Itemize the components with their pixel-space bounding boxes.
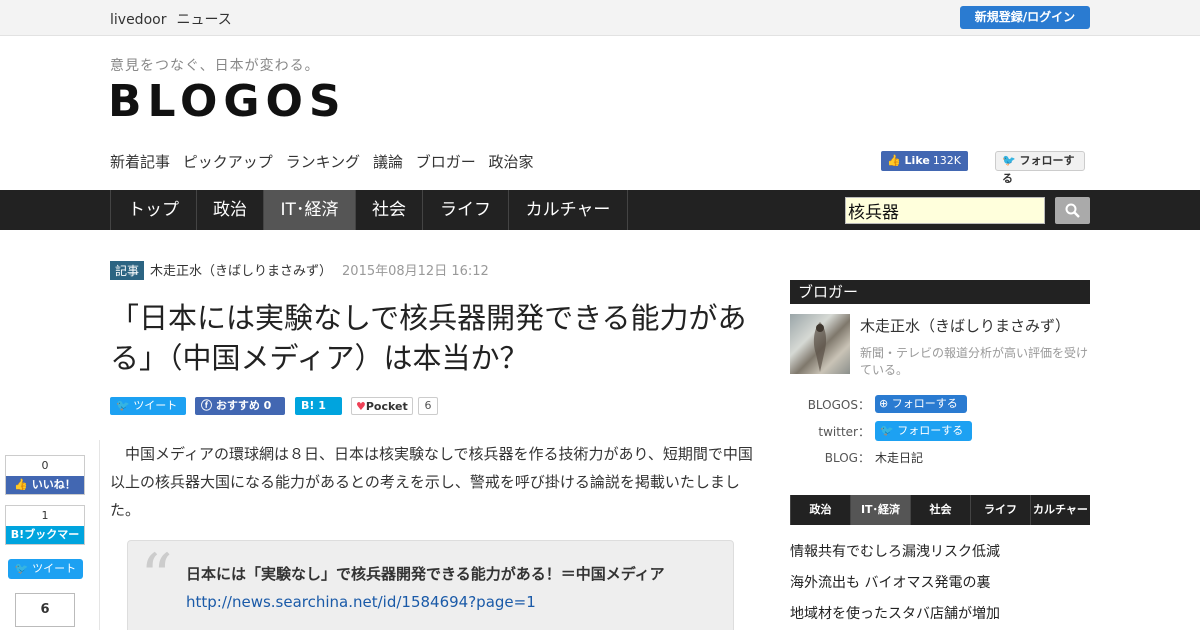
tweet-share-button[interactable]: 🐦 ツイート	[110, 397, 186, 415]
tab-it-economy[interactable]: IT･経済	[263, 190, 355, 230]
sidebar-tab-culture[interactable]: カルチャー	[1030, 495, 1090, 525]
twitter-follow-sidebar-button[interactable]: 🐦 フォローする	[875, 421, 972, 441]
quote-mark-icon: “	[140, 541, 173, 615]
facebook-like-button[interactable]: 👍 Like 132K	[881, 151, 968, 171]
facebook-share-button[interactable]: ⓕ おすすめ 0	[195, 397, 285, 415]
floating-tweet-button[interactable]: 🐦 ツイート	[8, 559, 83, 579]
blog-label: BLOG：	[824, 451, 870, 465]
facebook-icon: ⓕ	[201, 399, 212, 412]
sub-navigation: 新着記事 ピックアップ ランキング 議論 ブロガー 政治家	[110, 151, 542, 172]
article-body: 中国メディアの環球網は８日、日本は核実験なしで核兵器を作る技術力があり、短期間で…	[110, 445, 753, 519]
fb-like-label: いいね！	[31, 478, 76, 491]
thumbs-up-icon: 👍	[14, 478, 28, 491]
livedoor-brand[interactable]: livedoor ニュース	[110, 9, 242, 29]
blogger-avatar[interactable]	[790, 314, 850, 374]
floating-pocket-count[interactable]: 6	[15, 593, 75, 627]
hatena-bookmark-button[interactable]: B! 1	[295, 397, 342, 415]
site-logo[interactable]: BLOGOS	[108, 76, 347, 127]
pocket-label: Pocket	[365, 400, 408, 413]
sidebar-category-tabs: 政治 IT･経済 社会 ライフ カルチャー	[790, 495, 1090, 525]
hatena-label: B!ブックマーク	[6, 526, 84, 559]
sidebar-article-item[interactable]: 情報共有でむしろ漏洩リスク低減	[790, 541, 1000, 561]
subnav-discussion[interactable]: 議論	[373, 153, 403, 171]
tab-culture[interactable]: カルチャー	[508, 190, 628, 230]
blogger-name[interactable]: 木走正水（きばしりまさみず）	[860, 315, 1070, 336]
pocket-count: 6	[418, 397, 438, 415]
blogos-label: BLOGOS：	[807, 398, 870, 412]
hatena-count: 1	[6, 506, 84, 526]
twitter-bird-icon: 🐦	[116, 399, 130, 412]
twitter-bird-icon: 🐦	[14, 562, 29, 575]
floating-hatena[interactable]: 1 B!ブックマーク	[5, 505, 85, 559]
subnav-new-articles[interactable]: 新着記事	[110, 153, 170, 171]
search-input[interactable]	[845, 197, 1045, 224]
search-icon	[1065, 203, 1080, 218]
article-title: 「日本には実験なしで核兵器開発できる能力がある」（中国メディア）は本当か？	[110, 301, 747, 375]
twitter-follow-button[interactable]: 🐦 フォローする	[995, 151, 1085, 185]
floating-share-bar: 0 👍 いいね！ 1 B!ブックマーク 🐦 ツイート 6	[0, 440, 100, 630]
quote-block: “ 日本には「実験なし」で核兵器開発できる能力がある！＝中国メディア http:…	[127, 540, 734, 630]
tweet-label: ツイート	[32, 562, 77, 575]
fb-share-label: おすすめ 0	[215, 399, 272, 412]
pocket-icon: ♥	[356, 400, 366, 413]
sidebar-tab-society[interactable]: 社会	[910, 495, 970, 525]
top-bar: livedoor ニュース 新規登録/ログイン	[0, 0, 1200, 36]
sidebar-article-item[interactable]: 地域材を使ったスタバ店舗が増加	[790, 603, 1000, 623]
fb-like-count: 132K	[932, 154, 962, 167]
hatena-icon: B!	[301, 399, 315, 412]
article-date: 2015年08月12日 16:12	[342, 264, 489, 279]
sidebar-tab-politics[interactable]: 政治	[790, 495, 850, 525]
sidebar-tab-life[interactable]: ライフ	[970, 495, 1030, 525]
floating-fb-like[interactable]: 0 👍 いいね！	[5, 455, 85, 495]
search-button[interactable]	[1055, 197, 1090, 224]
article-author[interactable]: 木走正水（きばしりまさみず）	[150, 264, 332, 279]
twitter-bird-icon: 🐦	[1002, 154, 1016, 167]
brand-news: ニュース	[176, 12, 232, 28]
fb-like-label: Like	[904, 154, 930, 167]
article-meta: 記事 木走正水（きばしりまさみず） 2015年08月12日 16:12	[110, 260, 489, 280]
quote-title: 日本には「実験なし」で核兵器開発できる能力がある！＝中国メディア	[186, 565, 665, 583]
sidebar-article-item[interactable]: 海外流出も バイオマス発電の裏	[790, 572, 990, 592]
tab-life[interactable]: ライフ	[422, 190, 508, 230]
blogos-follow-button[interactable]: ⊕ フォローする	[875, 395, 967, 413]
hatena-count: 1	[318, 399, 326, 412]
thumbs-up-icon: 👍	[887, 154, 901, 167]
site-tagline: 意見をつなぐ、日本が変わる。	[110, 58, 320, 74]
bird-photo-icon	[813, 322, 827, 372]
login-button[interactable]: 新規登録/ログイン	[960, 6, 1090, 29]
subnav-bloggers[interactable]: ブロガー	[416, 153, 476, 171]
blogger-description: 新聞・テレビの報道分析が高い評価を受けている。	[860, 346, 1089, 377]
tab-top[interactable]: トップ	[110, 190, 196, 230]
subnav-ranking[interactable]: ランキング	[286, 153, 361, 171]
blogos-follow-label: フォローする	[891, 397, 958, 410]
twitter-bird-icon: 🐦	[880, 424, 894, 437]
pocket-button[interactable]: ♥Pocket	[351, 397, 413, 415]
blog-link[interactable]: 木走日記	[875, 449, 923, 466]
fb-like-count: 0	[6, 456, 84, 476]
quote-link[interactable]: http://news.searchina.net/id/1584694?pag…	[186, 593, 536, 611]
article-badge: 記事	[110, 261, 145, 280]
tab-politics[interactable]: 政治	[196, 190, 263, 230]
tweet-label: ツイート	[133, 399, 178, 412]
twitter-label: twitter：	[818, 425, 870, 439]
subnav-pickup[interactable]: ピックアップ	[183, 153, 273, 171]
subnav-politicians[interactable]: 政治家	[489, 153, 534, 171]
tab-society[interactable]: 社会	[355, 190, 422, 230]
sidebar-tab-it-economy[interactable]: IT･経済	[850, 495, 910, 525]
plus-icon: ⊕	[879, 397, 889, 410]
sidebar-blogger-heading: ブロガー	[790, 280, 1090, 304]
twitter-follow-label: フォローする	[897, 424, 964, 437]
brand-livedoor: livedoor	[110, 12, 167, 28]
